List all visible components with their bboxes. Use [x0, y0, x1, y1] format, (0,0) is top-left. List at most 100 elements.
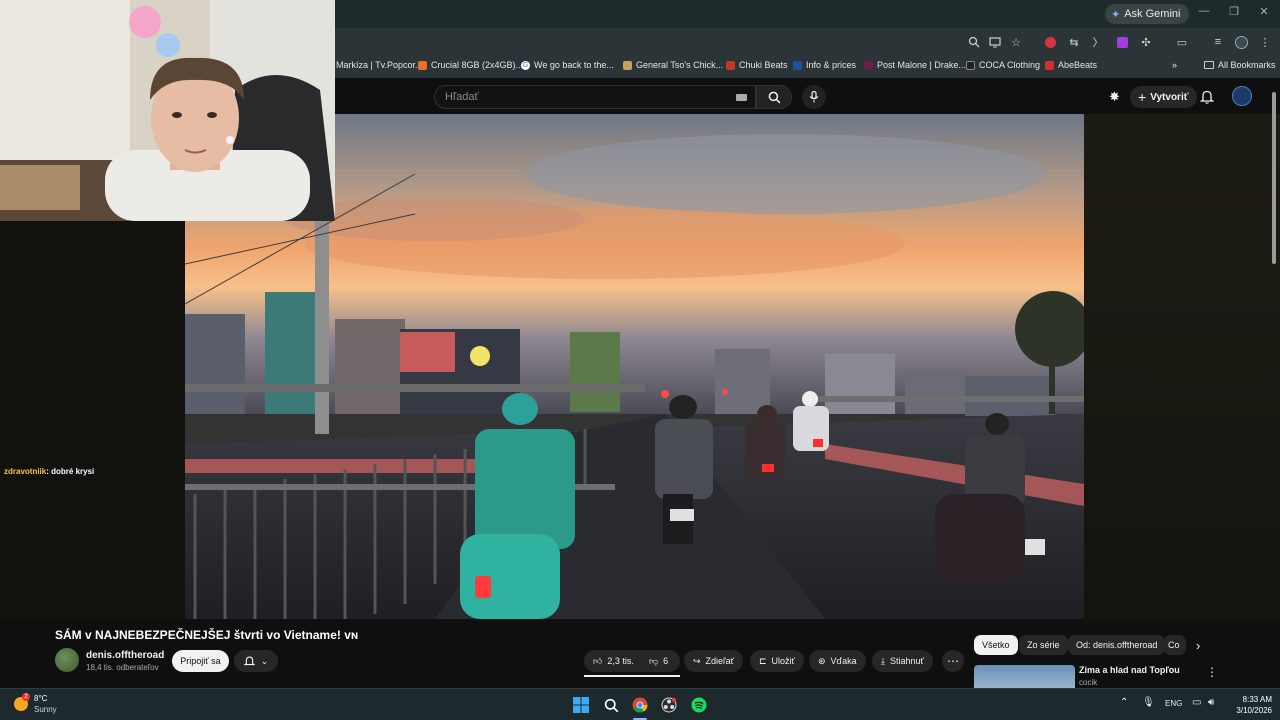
chat-message: zdravotniik: dobré krysi [4, 467, 94, 476]
like-button[interactable]: 👍︎ 2,3 tis. [584, 650, 643, 672]
folder-icon [1204, 61, 1214, 69]
like-ratio-bar [584, 675, 680, 677]
weather-temperature[interactable]: 8°C [34, 694, 47, 703]
cast-icon[interactable] [987, 34, 1003, 50]
windows-taskbar: 2 8°C Sunny ⌃ 🎙︎ ENG ▭ 🔊︎ 8:33 AM 3/10/2… [0, 688, 1280, 720]
tray-overflow-chevron-icon[interactable]: ⌃ [1120, 697, 1128, 708]
language-indicator[interactable]: ENG [1165, 699, 1182, 708]
thanks-label: Vďaka [830, 656, 857, 666]
tab-search-icon[interactable]: ▭ [1174, 34, 1190, 50]
download-icon: ⤓ [881, 655, 885, 666]
keyboard-icon[interactable] [736, 94, 747, 101]
recommendation-channel[interactable]: cocik [1079, 678, 1097, 687]
account-avatar[interactable] [1232, 86, 1252, 106]
bookmark-star-icon[interactable]: ☆ [1008, 34, 1024, 50]
dislike-button[interactable]: 👎︎ 6 [640, 650, 677, 672]
bookmark-label: General Tso's Chick... [636, 60, 724, 70]
notifications-bell-icon[interactable] [1199, 89, 1215, 109]
chat-username: zdravotniik [4, 467, 47, 476]
weather-condition[interactable]: Sunny [34, 705, 57, 714]
video-details: SÁM v NAJNEBEZPEČNEJŠEJ štvrti vo Vietna… [0, 621, 1280, 689]
network-icon[interactable]: ▭ [1192, 697, 1201, 708]
bookmark-label: Post Malone | Drake... [877, 60, 966, 70]
chip-more[interactable]: Co [1164, 635, 1186, 655]
bookmark-item[interactable]: COCA Clothing [966, 60, 1040, 70]
chips-next-chevron-icon[interactable]: › [1196, 638, 1200, 653]
create-label: Vytvoriť [1150, 91, 1189, 103]
bookmark-item[interactable]: G We go back to the... [521, 60, 614, 70]
bookmark-item[interactable]: Post Malone | Drake... [864, 60, 966, 70]
thumbs-down-icon: 👎︎ [649, 655, 659, 666]
close-icon[interactable]: ✕ [1256, 5, 1272, 18]
extension-red-icon[interactable] [1042, 34, 1058, 50]
bookmark-item[interactable]: Info & prices [793, 60, 856, 70]
bookmark-item[interactable]: Markíza | Tv.Popcor... [336, 60, 423, 70]
chrome-taskbar-icon[interactable] [631, 696, 649, 714]
tray-microphone-icon[interactable]: 🎙︎ [1142, 697, 1155, 708]
bookmark-item[interactable]: Chuki Beats [726, 60, 788, 70]
profile-avatar-icon[interactable] [1233, 34, 1249, 50]
search-input[interactable]: Hľadať [434, 85, 756, 109]
zoom-icon[interactable] [966, 34, 982, 50]
chevron-down-icon: ⌄ [260, 655, 269, 666]
download-label: Stiahnuť [889, 656, 924, 666]
spotify-taskbar-icon[interactable] [690, 696, 708, 714]
extension-purple-icon[interactable] [1114, 34, 1130, 50]
extension-arrows-icon[interactable]: ⇆ [1066, 34, 1082, 50]
video-title: SÁM v NAJNEBEZPEČNEJŠEJ štvrti vo Vietna… [55, 628, 359, 642]
bookmark-favicon [793, 60, 802, 70]
extensions-puzzle-icon[interactable]: ✣ [1138, 34, 1154, 50]
chip-all[interactable]: Všetko [974, 635, 1018, 655]
restore-icon[interactable]: ❐ [1226, 5, 1242, 18]
download-button[interactable]: ⤓ Stiahnuť [872, 650, 933, 672]
bookmark-label: Chuki Beats [739, 60, 788, 70]
start-windows-icon[interactable] [572, 696, 590, 714]
gemini-icon: ✦ [1111, 8, 1121, 21]
create-button[interactable]: + Vytvoriť [1130, 86, 1197, 108]
save-button[interactable]: ⊏ Uložiť [750, 650, 804, 672]
bookmark-label: We go back to the... [534, 60, 614, 70]
clock-date: 3/10/2026 [1236, 706, 1272, 715]
bookmark-label: Info & prices [806, 60, 857, 70]
bookmark-favicon [726, 60, 735, 70]
obs-taskbar-icon[interactable] [660, 696, 678, 714]
chip-channel[interactable]: Od: denis.offtheroad [1068, 635, 1166, 655]
volume-icon[interactable]: 🔊︎ [1208, 697, 1214, 708]
bookmark-label: Markíza | Tv.Popcor... [336, 60, 423, 70]
bookmark-label: COCA Clothing [979, 60, 1041, 70]
share-button[interactable]: ↪ Zdieľať [684, 650, 744, 672]
bookmarks-overflow-icon[interactable]: » [1172, 60, 1177, 70]
ask-gemini-button[interactable]: ✦ Ask Gemini [1105, 4, 1190, 24]
channel-name[interactable]: denis.offtheroad [86, 650, 164, 661]
subscription-bell-button[interactable]: ⌄ [234, 650, 278, 672]
recommendation-menu-icon[interactable]: ⋮ [1206, 665, 1218, 679]
chrome-menu-icon[interactable]: ⋮ [1257, 34, 1273, 50]
bookmark-item[interactable]: AbeBeats [1045, 60, 1097, 70]
extension-wave-icon[interactable]: 〉 [1090, 34, 1106, 50]
sparkle-icon[interactable]: ✸ [1109, 90, 1123, 104]
bookmark-label: Crucial 8GB (2x4GB)... [431, 60, 524, 70]
voice-search-button[interactable] [802, 85, 826, 109]
media-controls-icon[interactable]: ≡ [1210, 34, 1226, 50]
bookmark-favicon [864, 60, 873, 70]
all-bookmarks-button[interactable]: All Bookmarks [1204, 60, 1276, 70]
taskbar-search-icon[interactable] [602, 696, 620, 714]
microphone-icon [809, 91, 819, 103]
bookmark-item[interactable]: General Tso's Chick... [623, 60, 723, 70]
channel-avatar[interactable] [55, 648, 79, 672]
more-actions-icon[interactable]: ⋯ [942, 650, 964, 672]
thanks-icon: ⊛ [818, 655, 826, 666]
thanks-button[interactable]: ⊛ Vďaka [809, 650, 866, 672]
recommendation-title[interactable]: Zima a hlad nad Topľou [1079, 665, 1180, 675]
chip-series[interactable]: Zo série [1019, 635, 1068, 655]
join-button[interactable]: Pripojiť sa [172, 650, 229, 672]
thumbs-up-icon: 👍︎ [593, 655, 603, 666]
bookmark-favicon [1045, 60, 1054, 70]
system-clock[interactable]: 8:33 AM 3/10/2026 [1226, 694, 1272, 716]
page-scrollbar[interactable] [1272, 92, 1276, 264]
bookmark-item[interactable]: Crucial 8GB (2x4GB)... [418, 60, 523, 70]
search-button[interactable] [756, 85, 792, 109]
minimize-icon[interactable]: — [1196, 5, 1212, 17]
bookmark-favicon [623, 60, 632, 70]
recommendation-thumbnail[interactable] [974, 665, 1075, 689]
